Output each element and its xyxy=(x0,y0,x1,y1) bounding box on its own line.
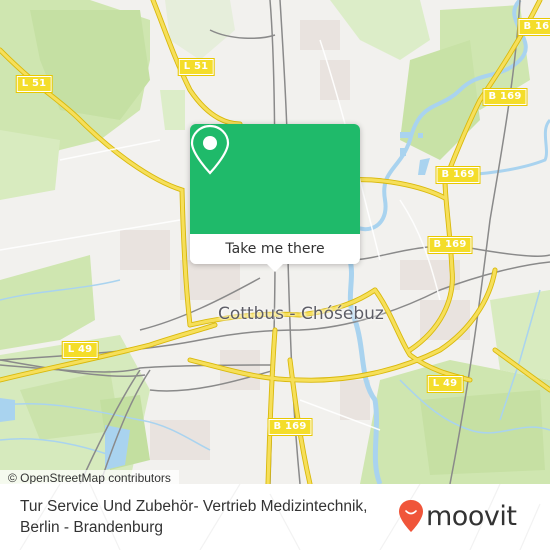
road-label-b169: B 169 xyxy=(482,88,528,106)
moovit-logo[interactable]: moovit xyxy=(398,496,517,536)
road-label-l49: L 49 xyxy=(61,341,99,359)
road-label-b169: B 169 xyxy=(427,236,473,254)
road-label-b169: B 169 xyxy=(435,166,481,184)
destination-popup[interactable]: Take me there xyxy=(190,124,360,272)
moovit-wordmark: moovit xyxy=(426,500,517,532)
take-me-there-button[interactable]: Take me there xyxy=(190,234,360,272)
map-view[interactable]: L 51 L 51 B 169 B 169 B 169 B 169 L 49 L… xyxy=(0,0,550,484)
popup-pointer xyxy=(266,263,284,272)
map-pin-icon xyxy=(190,124,230,175)
road-label-l49: L 49 xyxy=(426,375,464,393)
footer: Tur Service Und Zubehör- Vertrieb Medizi… xyxy=(0,484,550,550)
popup-header[interactable] xyxy=(190,124,360,234)
map-attribution[interactable]: © OpenStreetMap contributors xyxy=(0,470,179,484)
take-me-there-label: Take me there xyxy=(225,241,325,257)
road-label-b169: B 169 xyxy=(517,18,550,36)
city-label: Cottbus - Chóśebuz xyxy=(218,304,384,324)
road-label-b169: B 169 xyxy=(267,418,313,436)
place-name: Tur Service Und Zubehör- Vertrieb Medizi… xyxy=(20,498,368,536)
road-label-l51: L 51 xyxy=(15,75,53,93)
road-label-l51: L 51 xyxy=(177,58,215,76)
moovit-pin-icon xyxy=(399,500,423,532)
